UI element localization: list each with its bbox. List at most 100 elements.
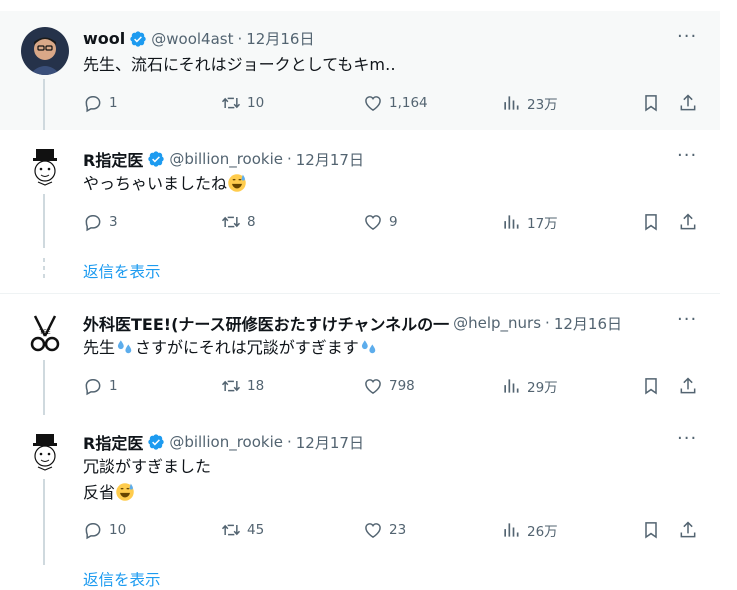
avatar[interactable]: TEE [21, 308, 69, 356]
separator: · [286, 150, 292, 168]
reply-button[interactable]: 3 [83, 212, 118, 232]
bookmark-icon [641, 376, 661, 396]
timestamp[interactable]: 12月16日 [554, 313, 622, 334]
tweet-card[interactable]: TEE 外科医TEE!(ナース研修医おたすけチャンネルの一 @help_nurs… [0, 294, 720, 415]
action-bar: 1 18 798 29万 [83, 376, 703, 400]
like-button[interactable]: 798 [363, 376, 415, 396]
thread-line [43, 479, 45, 565]
sweat-smile-emoji-icon [227, 173, 247, 193]
retweet-button[interactable]: 10 [221, 93, 264, 113]
like-count: 798 [389, 378, 415, 394]
like-icon [363, 212, 383, 232]
retweet-count: 8 [247, 214, 256, 230]
share-button[interactable] [678, 520, 698, 540]
retweet-button[interactable]: 8 [221, 212, 256, 232]
retweet-count: 18 [247, 378, 265, 394]
views-button[interactable]: 26万 [501, 520, 558, 540]
tweet-card[interactable]: R指定医 @billion_rookie · 12月17日 ··· 冗談がすぎま… [0, 415, 720, 589]
sweat-droplets-emoji-icon [115, 337, 135, 357]
tweet-header: 外科医TEE!(ナース研修医おたすけチャンネルの一 @help_nurs · 1… [83, 311, 622, 335]
like-button[interactable]: 23 [363, 520, 406, 540]
views-button[interactable]: 29万 [501, 376, 558, 396]
action-bar: 1 10 1,164 23万 [83, 93, 703, 117]
bookmark-icon [641, 520, 661, 540]
verified-badge-icon [129, 30, 147, 48]
avatar[interactable] [21, 27, 69, 75]
views-button[interactable]: 17万 [501, 212, 558, 232]
share-button[interactable] [678, 93, 698, 113]
like-count: 9 [389, 214, 398, 230]
retweet-icon [221, 212, 241, 232]
views-icon [501, 376, 521, 396]
share-icon [678, 376, 698, 396]
bookmark-button[interactable] [641, 520, 661, 540]
timestamp[interactable]: 12月17日 [296, 149, 364, 170]
verified-badge-icon [147, 150, 165, 168]
show-replies-link[interactable]: 返信を表示 [83, 260, 161, 282]
separator: · [286, 433, 292, 451]
reply-button[interactable]: 1 [83, 376, 118, 396]
tweet-text-line: 先生、流石にそれはジョークとしてもキm‥ [83, 55, 396, 74]
retweet-icon [221, 520, 241, 540]
more-icon[interactable]: ··· [677, 26, 697, 47]
display-name[interactable]: 外科医TEE!(ナース研修医おたすけチャンネルの一 [83, 311, 449, 335]
reply-button[interactable]: 1 [83, 93, 118, 113]
reply-button[interactable]: 10 [83, 520, 126, 540]
like-icon [363, 520, 383, 540]
display-name[interactable]: R指定医 [83, 430, 143, 454]
reply-icon [83, 93, 103, 113]
reply-count: 10 [109, 522, 127, 538]
tweet-text: 先生、流石にそれはジョークとしてもキm‥ [83, 52, 396, 78]
views-icon [501, 212, 521, 232]
like-icon [363, 376, 383, 396]
timestamp[interactable]: 12月17日 [296, 432, 364, 453]
reply-count: 3 [109, 214, 118, 230]
share-button[interactable] [678, 376, 698, 396]
sweat-smile-emoji-icon [115, 482, 135, 502]
bookmark-button[interactable] [641, 376, 661, 396]
bookmark-icon [641, 93, 661, 113]
more-icon[interactable]: ··· [677, 309, 697, 330]
thread-line [43, 79, 45, 130]
bookmark-button[interactable] [641, 212, 661, 232]
handle[interactable]: @help_nurs [453, 314, 541, 332]
retweet-button[interactable]: 45 [221, 520, 264, 540]
display-name[interactable]: wool [83, 29, 125, 48]
avatar[interactable] [21, 427, 69, 475]
handle[interactable]: @wool4ast [151, 30, 233, 48]
action-bar: 3 8 9 17万 [83, 212, 703, 236]
retweet-icon [221, 93, 241, 113]
like-count: 1,164 [389, 95, 428, 111]
like-button[interactable]: 1,164 [363, 93, 428, 113]
handle[interactable]: @billion_rookie [169, 433, 283, 451]
verified-badge-icon [147, 433, 165, 451]
tweet-card[interactable]: wool @wool4ast · 12月16日 ··· 先生、流石にそれはジョー… [0, 11, 720, 130]
avatar[interactable] [21, 142, 69, 190]
tweet-card[interactable]: R指定医 @billion_rookie · 12月17日 ··· やっちゃいま… [0, 130, 720, 292]
views-count: 17万 [527, 216, 558, 232]
svg-text:TEE: TEE [38, 329, 50, 336]
like-button[interactable]: 9 [363, 212, 398, 232]
display-name[interactable]: R指定医 [83, 147, 143, 171]
tweet-header: R指定医 @billion_rookie · 12月17日 [83, 147, 364, 171]
more-icon[interactable]: ··· [677, 428, 697, 449]
handle[interactable]: @billion_rookie [169, 150, 283, 168]
tweet-text-line: 反省 [83, 483, 116, 502]
retweet-button[interactable]: 18 [221, 376, 264, 396]
show-replies-link[interactable]: 返信を表示 [83, 568, 161, 590]
reply-icon [83, 376, 103, 396]
reply-icon [83, 520, 103, 540]
tweet-header: wool @wool4ast · 12月16日 [83, 28, 314, 49]
views-button[interactable]: 23万 [501, 93, 558, 113]
share-icon [678, 212, 698, 232]
share-button[interactable] [678, 212, 698, 232]
retweet-count: 10 [247, 95, 265, 111]
views-icon [501, 520, 521, 540]
separator: · [545, 314, 550, 332]
timestamp[interactable]: 12月16日 [246, 28, 314, 49]
retweet-icon [221, 376, 241, 396]
reply-count: 1 [109, 95, 118, 111]
bookmark-button[interactable] [641, 93, 661, 113]
views-icon [501, 93, 521, 113]
more-icon[interactable]: ··· [677, 145, 697, 166]
